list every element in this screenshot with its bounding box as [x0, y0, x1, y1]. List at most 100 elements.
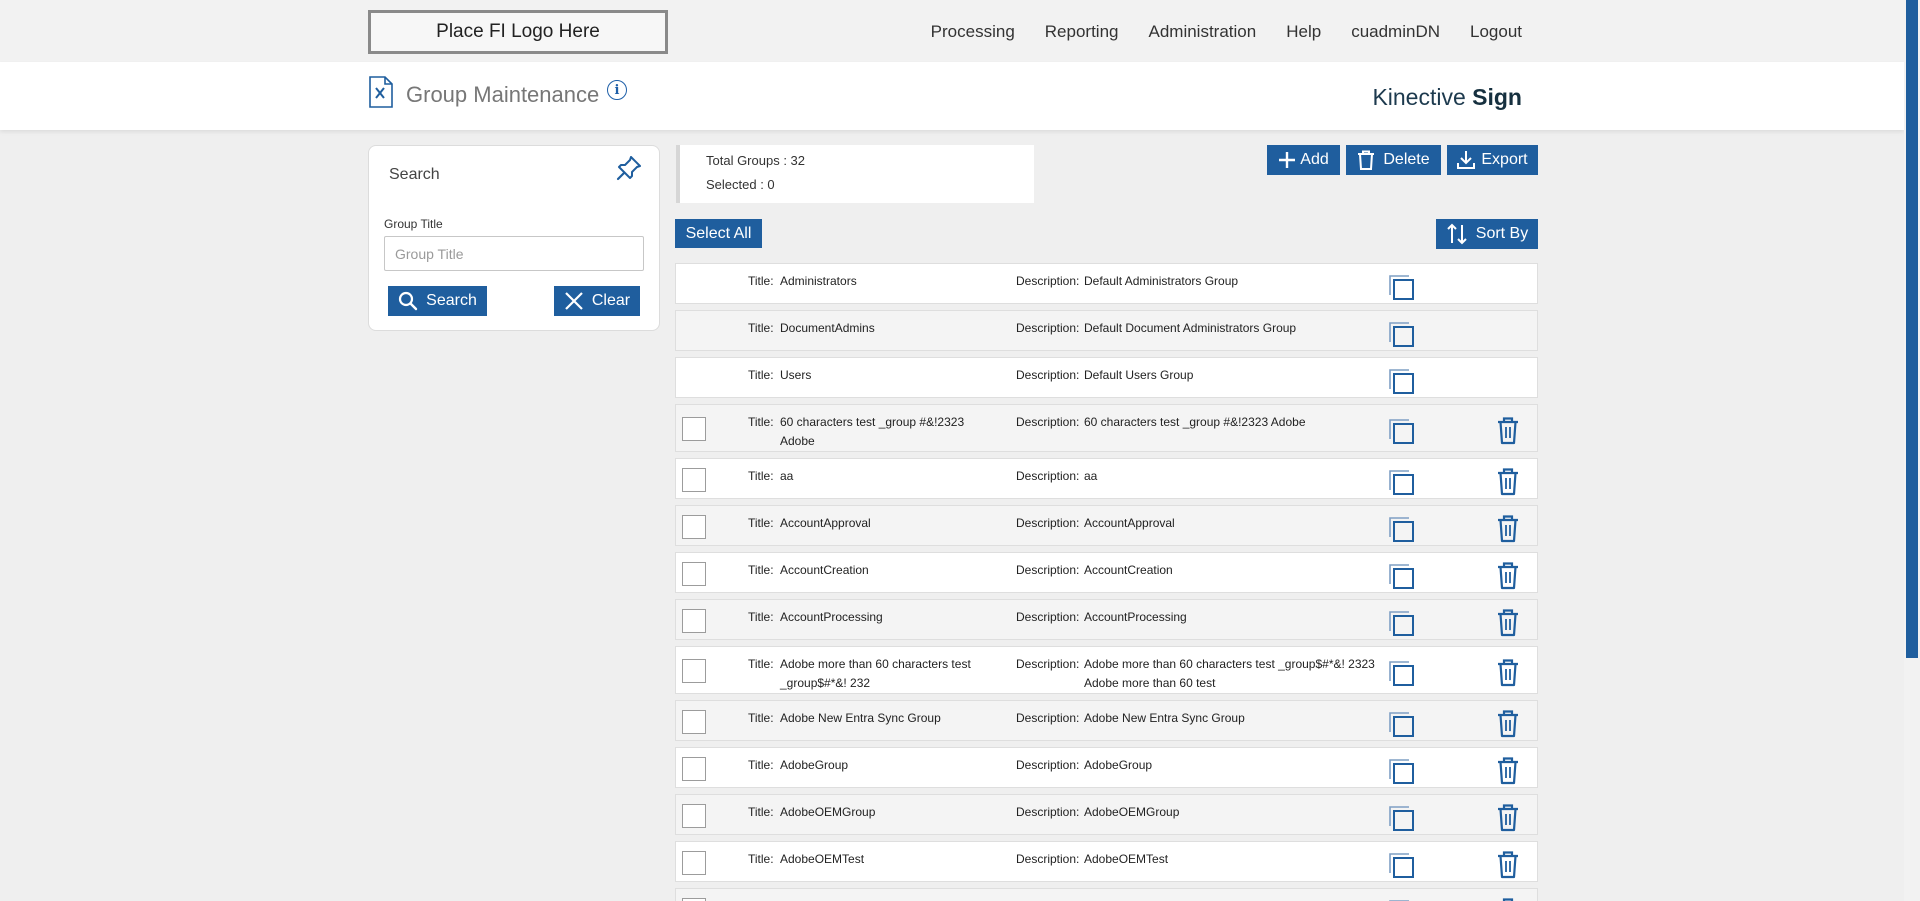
- delete-row-icon[interactable]: [1497, 659, 1519, 687]
- row-title-value: AdobeOEMGroup: [780, 805, 876, 819]
- delete-row-icon[interactable]: [1497, 710, 1519, 738]
- download-icon: [1457, 151, 1476, 169]
- copy-icon[interactable]: [1387, 273, 1415, 301]
- row-description-label: Description:: [1016, 758, 1080, 772]
- row-checkbox[interactable]: [682, 562, 706, 586]
- group-row[interactable]: Title: DocumentAdmins Description: Default …: [675, 310, 1538, 351]
- top-nav: Processing Reporting Administration Help…: [931, 22, 1522, 42]
- row-title-value: anomaGRP: [780, 897, 985, 901]
- export-button[interactable]: Export: [1447, 145, 1538, 175]
- info-icon[interactable]: i: [607, 80, 627, 100]
- group-row[interactable]: Title: AccountCreation Description: Account…: [675, 552, 1538, 593]
- nav-reporting[interactable]: Reporting: [1045, 22, 1119, 42]
- row-title-label: Title:: [748, 368, 774, 382]
- nav-logout[interactable]: Logout: [1470, 22, 1522, 42]
- delete-row-icon[interactable]: [1497, 757, 1519, 785]
- row-description-value: anomaGRP: [1084, 897, 1384, 901]
- copy-icon[interactable]: [1387, 367, 1415, 395]
- row-title-label: Title:: [748, 321, 774, 335]
- row-checkbox[interactable]: [682, 468, 706, 492]
- delete-row-icon[interactable]: [1497, 468, 1519, 496]
- fi-logo-placeholder[interactable]: Place FI Logo Here: [368, 10, 668, 54]
- page-header: Group Maintenance i Kinective Sign: [0, 62, 1904, 130]
- group-row[interactable]: Title: Adobe New Entra Sync Group Descript…: [675, 700, 1538, 741]
- delete-row-icon[interactable]: [1497, 609, 1519, 637]
- group-row[interactable]: Title: Adobe more than 60 characters test…: [675, 646, 1538, 694]
- add-button[interactable]: Add: [1267, 145, 1340, 175]
- group-row[interactable]: Title: Administrators Description: Default …: [675, 263, 1538, 304]
- group-row[interactable]: Title: AccountProcessing Description: Accou…: [675, 599, 1538, 640]
- nav-user-account[interactable]: cuadminDN: [1351, 22, 1440, 42]
- delete-button-label: Delete: [1383, 151, 1430, 168]
- search-panel-title: Search: [389, 166, 440, 183]
- row-checkbox[interactable]: [682, 757, 706, 781]
- row-title-value: 60 characters test _group #&!2323 Adobe: [780, 415, 965, 448]
- row-description-label: Description:: [1016, 274, 1080, 288]
- row-checkbox[interactable]: [682, 804, 706, 828]
- group-title-label: Group Title: [384, 217, 443, 231]
- copy-icon[interactable]: [1387, 851, 1415, 879]
- copy-icon[interactable]: [1387, 515, 1415, 543]
- row-description-value: AdobeOEMTest: [1084, 852, 1169, 866]
- row-title-value: Adobe New Entra Sync Group: [780, 711, 941, 725]
- delete-button[interactable]: Delete: [1346, 145, 1441, 175]
- nav-processing[interactable]: Processing: [931, 22, 1015, 42]
- row-checkbox[interactable]: [682, 609, 706, 633]
- delete-row-icon[interactable]: [1497, 562, 1519, 590]
- group-row[interactable]: Title: AdobeGroup Description: AdobeGroup: [675, 747, 1538, 788]
- group-row[interactable]: Title: Users Description: Default Users Gro…: [675, 357, 1538, 398]
- pin-icon[interactable]: [615, 154, 643, 182]
- select-all-button[interactable]: Select All: [675, 219, 762, 248]
- row-title-value: AccountCreation: [780, 563, 869, 577]
- delete-row-icon[interactable]: [1497, 804, 1519, 832]
- row-checkbox[interactable]: [682, 417, 706, 441]
- row-title-label: Title:: [748, 563, 774, 577]
- copy-icon[interactable]: [1387, 417, 1415, 445]
- copy-icon[interactable]: [1387, 609, 1415, 637]
- row-checkbox[interactable]: [682, 659, 706, 683]
- row-title-value: aa: [780, 469, 794, 483]
- row-description-label: Description:: [1016, 657, 1080, 671]
- group-row[interactable]: Title: AccountApproval Description: Account…: [675, 505, 1538, 546]
- copy-icon[interactable]: [1387, 659, 1415, 687]
- copy-icon[interactable]: [1387, 468, 1415, 496]
- group-row[interactable]: Title: aa Description: aa: [675, 458, 1538, 499]
- group-row[interactable]: Title:anomaGRPDescription:anomaGRP: [675, 888, 1538, 901]
- copy-icon[interactable]: [1387, 562, 1415, 590]
- delete-row-icon[interactable]: [1497, 851, 1519, 879]
- delete-row-icon[interactable]: [1497, 417, 1519, 445]
- row-checkbox[interactable]: [682, 851, 706, 875]
- row-checkbox[interactable]: [682, 515, 706, 539]
- nav-administration[interactable]: Administration: [1149, 22, 1257, 42]
- delete-row-icon[interactable]: [1497, 515, 1519, 543]
- group-row[interactable]: Title: 60 characters test _group #&!2323 …: [675, 404, 1538, 452]
- row-description-label: Description:: [1016, 469, 1080, 483]
- row-description-value: Adobe more than 60 characters test _grou…: [1084, 657, 1375, 690]
- row-title-value: Users: [780, 368, 812, 382]
- row-description-value: AccountProcessing: [1084, 610, 1187, 624]
- search-button[interactable]: Search: [388, 286, 487, 316]
- group-title-input[interactable]: [384, 236, 644, 271]
- page-scrollbar-thumb[interactable]: [1906, 0, 1918, 658]
- close-icon: [565, 292, 583, 310]
- nav-help[interactable]: Help: [1286, 22, 1321, 42]
- copy-icon[interactable]: [1387, 710, 1415, 738]
- group-row[interactable]: Title: AdobeOEMTest Description: AdobeOEMTe…: [675, 841, 1538, 882]
- clear-button[interactable]: Clear: [554, 286, 640, 316]
- row-description-value: AdobeOEMGroup: [1084, 805, 1180, 819]
- row-title-value: DocumentAdmins: [780, 321, 875, 335]
- row-description-label: Description:: [1016, 563, 1080, 577]
- copy-icon[interactable]: [1387, 320, 1415, 348]
- sort-by-button[interactable]: Sort By: [1436, 219, 1538, 249]
- trash-icon: [1358, 150, 1375, 170]
- row-checkbox[interactable]: [682, 710, 706, 734]
- group-row[interactable]: Title: AdobeOEMGroup Description: AdobeOEMG…: [675, 794, 1538, 835]
- search-panel: Search Group Title Search Clear: [368, 145, 660, 331]
- row-title-label: Title:: [748, 758, 774, 772]
- copy-icon[interactable]: [1387, 804, 1415, 832]
- row-description-label: Description:: [1016, 711, 1080, 725]
- row-title-label: Title:: [748, 852, 774, 866]
- copy-icon[interactable]: [1387, 757, 1415, 785]
- row-title-label: Title:: [748, 657, 774, 671]
- row-title-value: AdobeGroup: [780, 758, 849, 772]
